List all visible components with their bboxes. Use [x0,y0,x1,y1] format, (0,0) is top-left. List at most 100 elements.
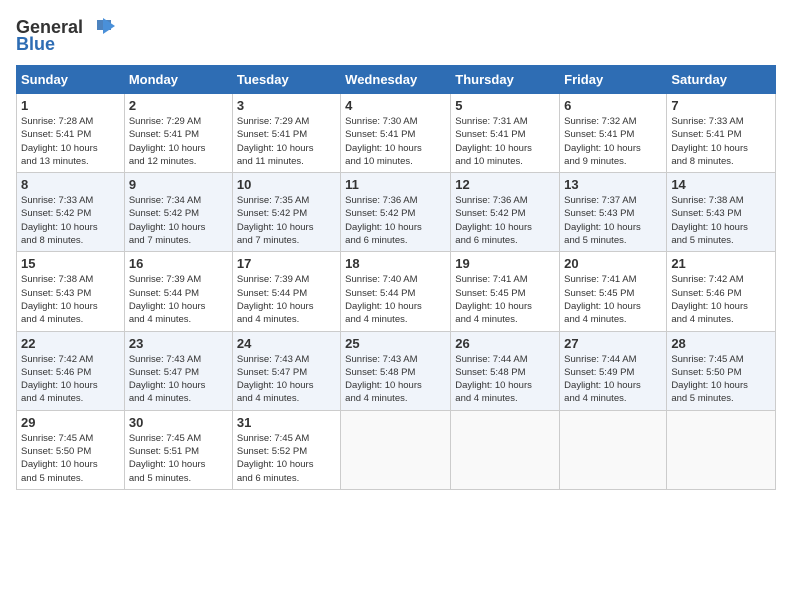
day-info: Sunrise: 7:30 AMSunset: 5:41 PMDaylight:… [345,116,422,167]
day-number: 27 [564,336,662,351]
day-number: 21 [671,256,771,271]
calendar-day-cell: 18 Sunrise: 7:40 AMSunset: 5:44 PMDaylig… [341,252,451,331]
calendar-day-cell: 10 Sunrise: 7:35 AMSunset: 5:42 PMDaylig… [232,173,340,252]
calendar-day-cell: 5 Sunrise: 7:31 AMSunset: 5:41 PMDayligh… [451,94,560,173]
calendar-day-cell: 27 Sunrise: 7:44 AMSunset: 5:49 PMDaylig… [560,331,667,410]
calendar-day-cell: 11 Sunrise: 7:36 AMSunset: 5:42 PMDaylig… [341,173,451,252]
day-number: 1 [21,98,120,113]
calendar-week-row: 15 Sunrise: 7:38 AMSunset: 5:43 PMDaylig… [17,252,776,331]
calendar-day-cell: 7 Sunrise: 7:33 AMSunset: 5:41 PMDayligh… [667,94,776,173]
day-number: 17 [237,256,336,271]
calendar-day-cell: 15 Sunrise: 7:38 AMSunset: 5:43 PMDaylig… [17,252,125,331]
calendar-day-cell: 26 Sunrise: 7:44 AMSunset: 5:48 PMDaylig… [451,331,560,410]
day-number: 5 [455,98,555,113]
day-number: 20 [564,256,662,271]
calendar-day-cell: 16 Sunrise: 7:39 AMSunset: 5:44 PMDaylig… [124,252,232,331]
day-number: 8 [21,177,120,192]
calendar-day-cell: 22 Sunrise: 7:42 AMSunset: 5:46 PMDaylig… [17,331,125,410]
day-number: 18 [345,256,446,271]
calendar-day-cell: 17 Sunrise: 7:39 AMSunset: 5:44 PMDaylig… [232,252,340,331]
logo-icon [83,16,115,38]
day-info: Sunrise: 7:45 AMSunset: 5:50 PMDaylight:… [21,433,98,484]
day-info: Sunrise: 7:35 AMSunset: 5:42 PMDaylight:… [237,195,314,246]
day-number: 25 [345,336,446,351]
calendar-day-cell: 25 Sunrise: 7:43 AMSunset: 5:48 PMDaylig… [341,331,451,410]
day-info: Sunrise: 7:36 AMSunset: 5:42 PMDaylight:… [455,195,532,246]
weekday-header-cell: Monday [124,66,232,94]
day-info: Sunrise: 7:43 AMSunset: 5:47 PMDaylight:… [237,354,314,405]
day-number: 22 [21,336,120,351]
day-info: Sunrise: 7:32 AMSunset: 5:41 PMDaylight:… [564,116,641,167]
day-number: 16 [129,256,228,271]
weekday-header-cell: Saturday [667,66,776,94]
day-number: 24 [237,336,336,351]
logo-blue: Blue [16,34,55,55]
day-number: 30 [129,415,228,430]
day-number: 15 [21,256,120,271]
day-number: 26 [455,336,555,351]
day-info: Sunrise: 7:38 AMSunset: 5:43 PMDaylight:… [671,195,748,246]
calendar-day-cell: 9 Sunrise: 7:34 AMSunset: 5:42 PMDayligh… [124,173,232,252]
day-info: Sunrise: 7:33 AMSunset: 5:42 PMDaylight:… [21,195,98,246]
calendar-day-cell [451,410,560,489]
day-info: Sunrise: 7:36 AMSunset: 5:42 PMDaylight:… [345,195,422,246]
calendar-day-cell: 28 Sunrise: 7:45 AMSunset: 5:50 PMDaylig… [667,331,776,410]
calendar-day-cell: 8 Sunrise: 7:33 AMSunset: 5:42 PMDayligh… [17,173,125,252]
calendar-day-cell [667,410,776,489]
calendar-day-cell: 29 Sunrise: 7:45 AMSunset: 5:50 PMDaylig… [17,410,125,489]
calendar-day-cell [341,410,451,489]
logo: General Blue [16,16,115,55]
day-number: 12 [455,177,555,192]
calendar-day-cell [560,410,667,489]
day-number: 14 [671,177,771,192]
calendar-day-cell: 20 Sunrise: 7:41 AMSunset: 5:45 PMDaylig… [560,252,667,331]
page-header: General Blue [16,16,776,55]
day-info: Sunrise: 7:29 AMSunset: 5:41 PMDaylight:… [237,116,314,167]
calendar-day-cell: 4 Sunrise: 7:30 AMSunset: 5:41 PMDayligh… [341,94,451,173]
calendar-day-cell: 2 Sunrise: 7:29 AMSunset: 5:41 PMDayligh… [124,94,232,173]
calendar-day-cell: 12 Sunrise: 7:36 AMSunset: 5:42 PMDaylig… [451,173,560,252]
day-info: Sunrise: 7:42 AMSunset: 5:46 PMDaylight:… [21,354,98,405]
day-number: 10 [237,177,336,192]
day-info: Sunrise: 7:45 AMSunset: 5:50 PMDaylight:… [671,354,748,405]
weekday-header-row: SundayMondayTuesdayWednesdayThursdayFrid… [17,66,776,94]
day-number: 3 [237,98,336,113]
day-info: Sunrise: 7:41 AMSunset: 5:45 PMDaylight:… [455,274,532,325]
weekday-header-cell: Tuesday [232,66,340,94]
day-info: Sunrise: 7:37 AMSunset: 5:43 PMDaylight:… [564,195,641,246]
day-info: Sunrise: 7:45 AMSunset: 5:52 PMDaylight:… [237,433,314,484]
calendar-day-cell: 19 Sunrise: 7:41 AMSunset: 5:45 PMDaylig… [451,252,560,331]
day-number: 19 [455,256,555,271]
weekday-header-cell: Thursday [451,66,560,94]
day-number: 13 [564,177,662,192]
day-info: Sunrise: 7:28 AMSunset: 5:41 PMDaylight:… [21,116,98,167]
weekday-header-cell: Friday [560,66,667,94]
day-info: Sunrise: 7:34 AMSunset: 5:42 PMDaylight:… [129,195,206,246]
calendar-week-row: 1 Sunrise: 7:28 AMSunset: 5:41 PMDayligh… [17,94,776,173]
day-number: 2 [129,98,228,113]
day-number: 11 [345,177,446,192]
calendar-day-cell: 14 Sunrise: 7:38 AMSunset: 5:43 PMDaylig… [667,173,776,252]
day-info: Sunrise: 7:42 AMSunset: 5:46 PMDaylight:… [671,274,748,325]
day-info: Sunrise: 7:31 AMSunset: 5:41 PMDaylight:… [455,116,532,167]
calendar-day-cell: 13 Sunrise: 7:37 AMSunset: 5:43 PMDaylig… [560,173,667,252]
calendar-week-row: 29 Sunrise: 7:45 AMSunset: 5:50 PMDaylig… [17,410,776,489]
day-number: 31 [237,415,336,430]
calendar-day-cell: 23 Sunrise: 7:43 AMSunset: 5:47 PMDaylig… [124,331,232,410]
day-number: 23 [129,336,228,351]
day-info: Sunrise: 7:44 AMSunset: 5:49 PMDaylight:… [564,354,641,405]
day-number: 7 [671,98,771,113]
day-number: 6 [564,98,662,113]
day-number: 28 [671,336,771,351]
calendar-day-cell: 1 Sunrise: 7:28 AMSunset: 5:41 PMDayligh… [17,94,125,173]
day-info: Sunrise: 7:29 AMSunset: 5:41 PMDaylight:… [129,116,206,167]
day-number: 29 [21,415,120,430]
calendar-day-cell: 24 Sunrise: 7:43 AMSunset: 5:47 PMDaylig… [232,331,340,410]
day-info: Sunrise: 7:44 AMSunset: 5:48 PMDaylight:… [455,354,532,405]
calendar-day-cell: 6 Sunrise: 7:32 AMSunset: 5:41 PMDayligh… [560,94,667,173]
day-info: Sunrise: 7:39 AMSunset: 5:44 PMDaylight:… [129,274,206,325]
day-info: Sunrise: 7:41 AMSunset: 5:45 PMDaylight:… [564,274,641,325]
day-info: Sunrise: 7:33 AMSunset: 5:41 PMDaylight:… [671,116,748,167]
weekday-header-cell: Wednesday [341,66,451,94]
calendar-week-row: 22 Sunrise: 7:42 AMSunset: 5:46 PMDaylig… [17,331,776,410]
